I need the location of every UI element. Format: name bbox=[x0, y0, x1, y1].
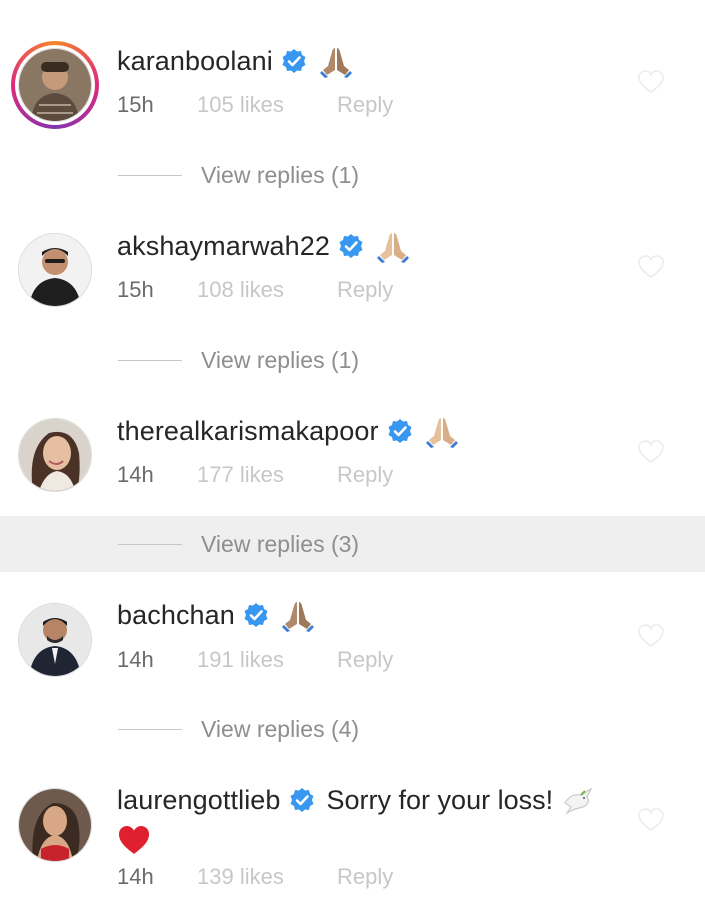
comment-time: 15h bbox=[117, 277, 154, 302]
view-replies-link[interactable]: View replies (3) bbox=[201, 531, 359, 558]
dove-icon bbox=[561, 783, 595, 817]
folded-hands-icon bbox=[376, 229, 410, 263]
red-heart-icon bbox=[117, 823, 151, 857]
reply-button[interactable]: Reply bbox=[337, 91, 393, 119]
view-replies-link[interactable]: View replies (4) bbox=[201, 716, 359, 743]
avatar bbox=[18, 233, 92, 307]
avatar bbox=[18, 48, 92, 122]
comment-username[interactable]: laurengottlieb bbox=[117, 783, 281, 817]
avatar-wrap[interactable] bbox=[10, 595, 100, 685]
verified-badge-icon bbox=[281, 48, 307, 74]
avatar bbox=[18, 418, 92, 492]
reply-button[interactable]: Reply bbox=[337, 863, 393, 891]
view-replies-row[interactable]: View replies (1) bbox=[0, 332, 705, 388]
replies-divider bbox=[118, 543, 182, 545]
like-heart-icon[interactable] bbox=[638, 808, 664, 832]
replies-divider bbox=[118, 728, 182, 730]
avatar-wrap[interactable] bbox=[10, 225, 100, 315]
verified-badge-icon bbox=[289, 787, 315, 813]
reply-button[interactable]: Reply bbox=[337, 461, 393, 489]
comment-time: 15h bbox=[117, 92, 154, 117]
comment-likes[interactable]: 108 likes bbox=[197, 276, 337, 304]
comment-likes[interactable]: 177 likes bbox=[197, 461, 337, 489]
folded-hands-icon bbox=[425, 414, 459, 448]
reply-button[interactable]: Reply bbox=[337, 646, 393, 674]
comment-text: Sorry for your loss! bbox=[326, 785, 554, 815]
reply-button[interactable]: Reply bbox=[337, 276, 393, 304]
view-replies-row[interactable]: View replies (3) bbox=[0, 516, 705, 572]
comment-likes[interactable]: 139 likes bbox=[197, 863, 337, 891]
comment-time: 14h bbox=[117, 462, 154, 487]
view-replies-row[interactable]: View replies (1) bbox=[0, 147, 705, 203]
avatar-wrap[interactable] bbox=[10, 410, 100, 500]
avatar bbox=[18, 788, 92, 862]
comment-time: 14h bbox=[117, 647, 154, 672]
comment-likes[interactable]: 105 likes bbox=[197, 91, 337, 119]
verified-badge-icon bbox=[387, 418, 413, 444]
like-heart-icon[interactable] bbox=[638, 440, 664, 464]
folded-hands-icon bbox=[319, 44, 353, 78]
comment-username[interactable]: akshaymarwah22 bbox=[117, 229, 330, 263]
view-replies-link[interactable]: View replies (1) bbox=[201, 162, 359, 189]
avatar bbox=[18, 603, 92, 677]
avatar-story-ring[interactable] bbox=[10, 40, 100, 130]
folded-hands-icon bbox=[281, 598, 315, 632]
replies-divider bbox=[118, 359, 182, 361]
view-replies-row[interactable]: View replies (4) bbox=[0, 701, 705, 757]
avatar-wrap[interactable] bbox=[10, 780, 100, 870]
comment-username[interactable]: bachchan bbox=[117, 598, 235, 632]
like-heart-icon[interactable] bbox=[638, 70, 664, 94]
verified-badge-icon bbox=[243, 602, 269, 628]
comment-likes[interactable]: 191 likes bbox=[197, 646, 337, 674]
comment-username[interactable]: therealkarismakapoor bbox=[117, 414, 379, 448]
comment-username[interactable]: karanboolani bbox=[117, 44, 273, 78]
view-replies-link[interactable]: View replies (1) bbox=[201, 347, 359, 374]
replies-divider bbox=[118, 174, 182, 176]
like-heart-icon[interactable] bbox=[638, 255, 664, 279]
comment-time: 14h bbox=[117, 864, 154, 889]
like-heart-icon[interactable] bbox=[638, 624, 664, 648]
verified-badge-icon bbox=[338, 233, 364, 259]
